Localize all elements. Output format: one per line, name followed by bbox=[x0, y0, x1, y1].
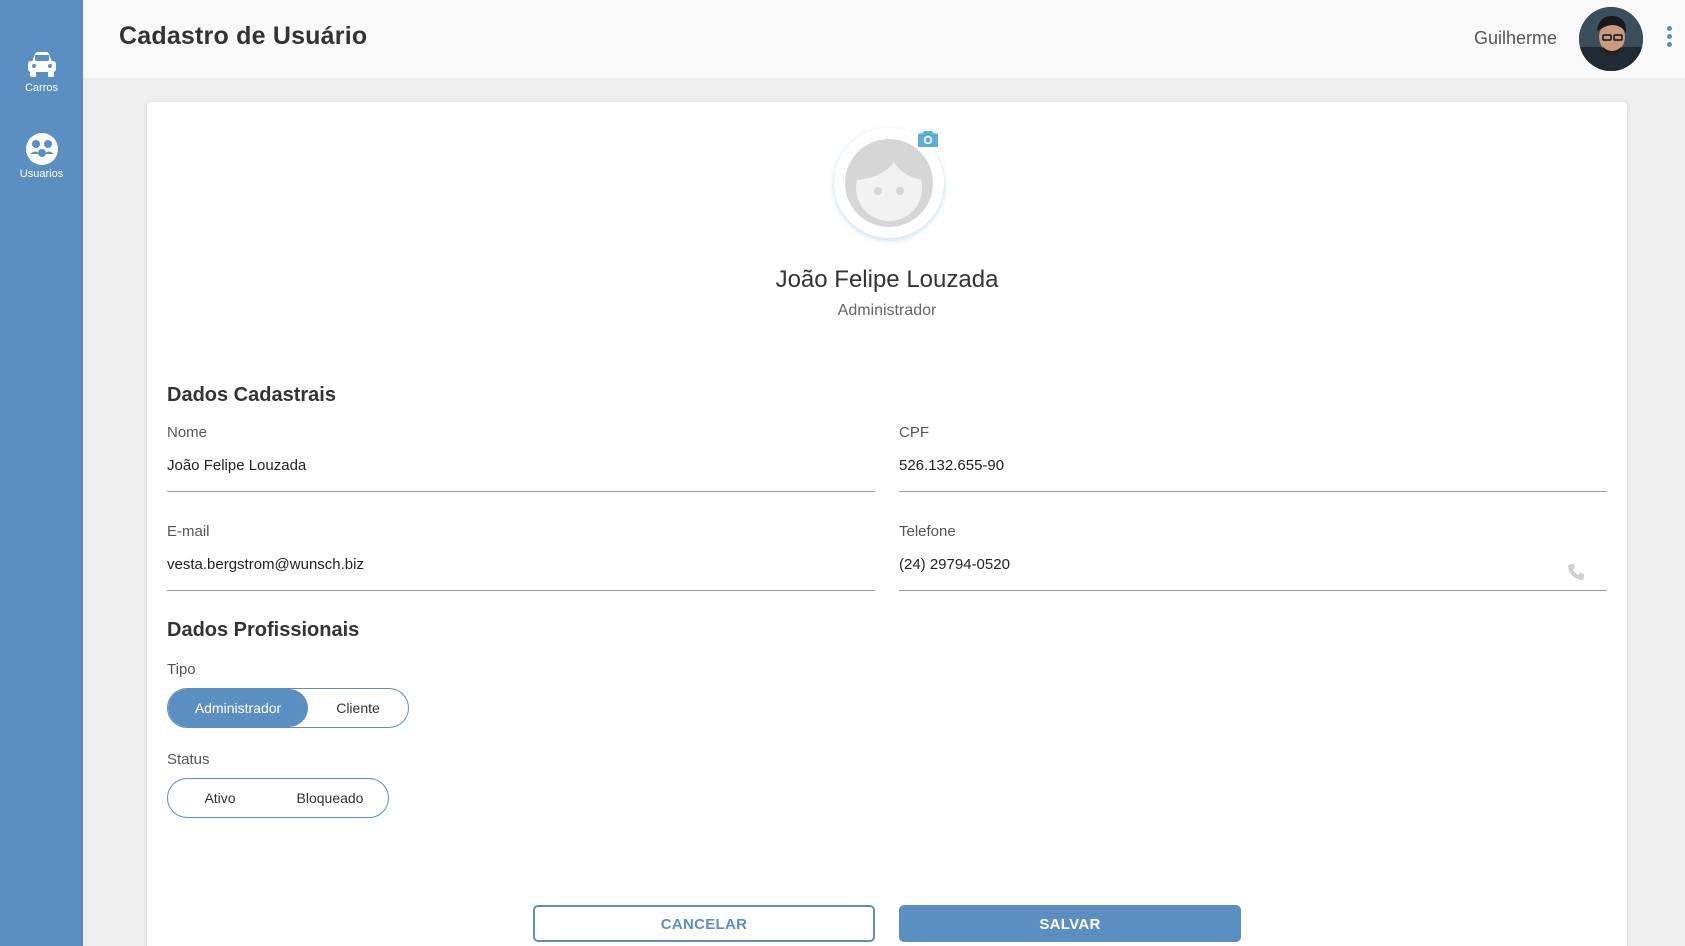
nome-field: Nome João Felipe Louzada bbox=[167, 424, 875, 492]
profile-name: João Felipe Louzada bbox=[775, 266, 999, 293]
sidebar-item-label: Usuarios bbox=[19, 168, 64, 180]
tipo-option-cliente[interactable]: Cliente bbox=[308, 689, 408, 727]
car-icon bbox=[27, 52, 56, 77]
page-title: Cadastro de Usuário bbox=[119, 22, 368, 50]
save-button[interactable]: SALVAR bbox=[899, 905, 1241, 942]
sidebar-item-label: Carros bbox=[24, 82, 58, 94]
phone-icon bbox=[1568, 564, 1584, 580]
profile-role: Administrador bbox=[837, 302, 937, 319]
email-label: E-mail bbox=[167, 523, 210, 540]
avatar[interactable] bbox=[1579, 7, 1643, 71]
sidebar: Carros Usuarios bbox=[0, 0, 83, 946]
user-name: Guilherme bbox=[1473, 28, 1557, 48]
status-option-ativo[interactable]: Ativo bbox=[168, 779, 272, 817]
cancel-button[interactable]: CANCELAR bbox=[533, 905, 875, 942]
sidebar-item-carros[interactable]: Carros bbox=[0, 50, 83, 94]
users-icon bbox=[25, 133, 58, 165]
more-options-icon[interactable] bbox=[1665, 26, 1673, 50]
telefone-label: Telefone bbox=[899, 523, 956, 540]
nome-label: Nome bbox=[167, 424, 208, 441]
tipo-toggle: Administrador Cliente bbox=[167, 688, 409, 728]
cpf-label: CPF bbox=[899, 424, 929, 441]
camera-icon[interactable] bbox=[917, 130, 939, 153]
telefone-input[interactable]: (24) 29794-0520 bbox=[899, 556, 1607, 591]
tipo-option-administrador[interactable]: Administrador bbox=[168, 689, 308, 727]
cpf-field: CPF 526.132.655-90 bbox=[899, 424, 1607, 492]
section-title-dados-profissionais: Dados Profissionais bbox=[167, 619, 360, 641]
status-toggle: Ativo Bloqueado bbox=[167, 778, 389, 818]
email-input[interactable]: vesta.bergstrom@wunsch.biz bbox=[167, 556, 875, 591]
sidebar-item-usuarios[interactable]: Usuarios bbox=[0, 132, 83, 180]
telefone-field: Telefone (24) 29794-0520 bbox=[899, 523, 1607, 591]
top-bar: Cadastro de Usuário Guilherme bbox=[83, 0, 1685, 78]
cpf-input[interactable]: 526.132.655-90 bbox=[899, 457, 1607, 492]
section-title-dados-cadastrais: Dados Cadastrais bbox=[167, 384, 336, 406]
status-option-bloqueado[interactable]: Bloqueado bbox=[272, 779, 388, 817]
tipo-label: Tipo bbox=[167, 661, 196, 678]
nome-input[interactable]: João Felipe Louzada bbox=[167, 457, 875, 492]
status-label: Status bbox=[167, 751, 210, 768]
email-field: E-mail vesta.bergstrom@wunsch.biz bbox=[167, 523, 875, 591]
user-form-card: João Felipe Louzada Administrador Dados … bbox=[147, 102, 1627, 946]
